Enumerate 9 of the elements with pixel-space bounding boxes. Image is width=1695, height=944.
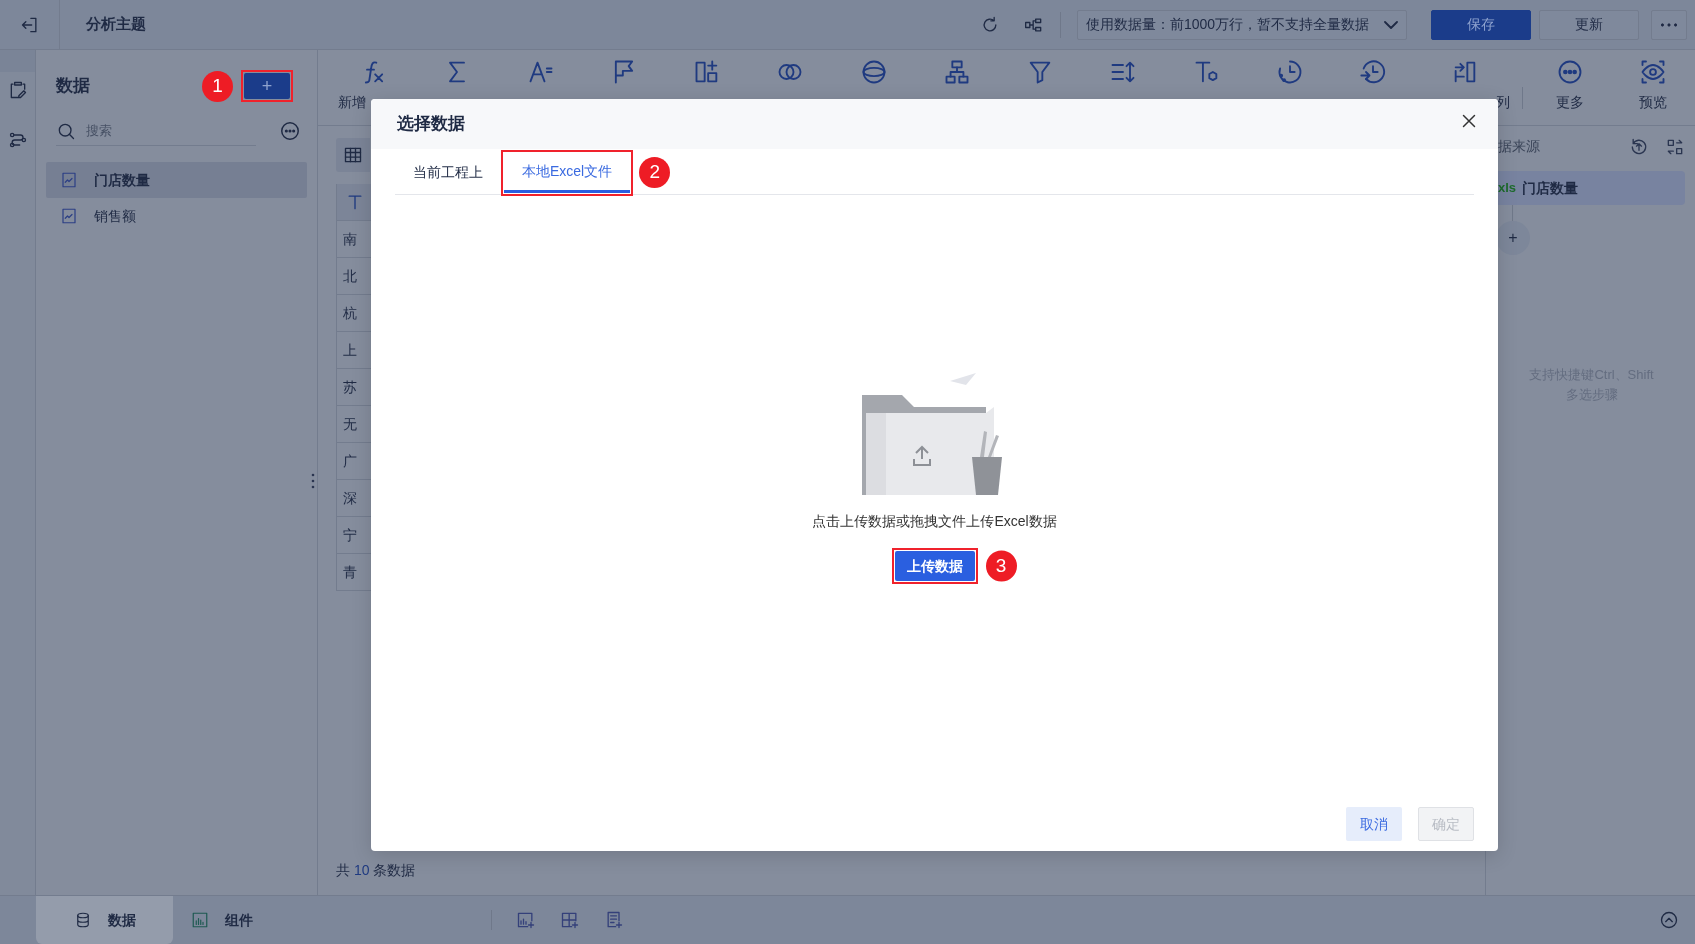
callout-marker: 1	[202, 70, 233, 102]
page-title: 分析主题	[86, 14, 146, 35]
upload-hint: 点击上传数据或拖拽文件上传Excel数据	[812, 512, 1057, 531]
callout-marker: 3	[985, 550, 1017, 582]
callout-marker: 2	[639, 157, 671, 188]
dialog-title: 选择数据	[397, 113, 465, 136]
panel-title: 据来源	[1498, 137, 1540, 156]
record-count: 共 10 条数据	[336, 861, 417, 880]
panel-title: 数据	[56, 75, 90, 98]
